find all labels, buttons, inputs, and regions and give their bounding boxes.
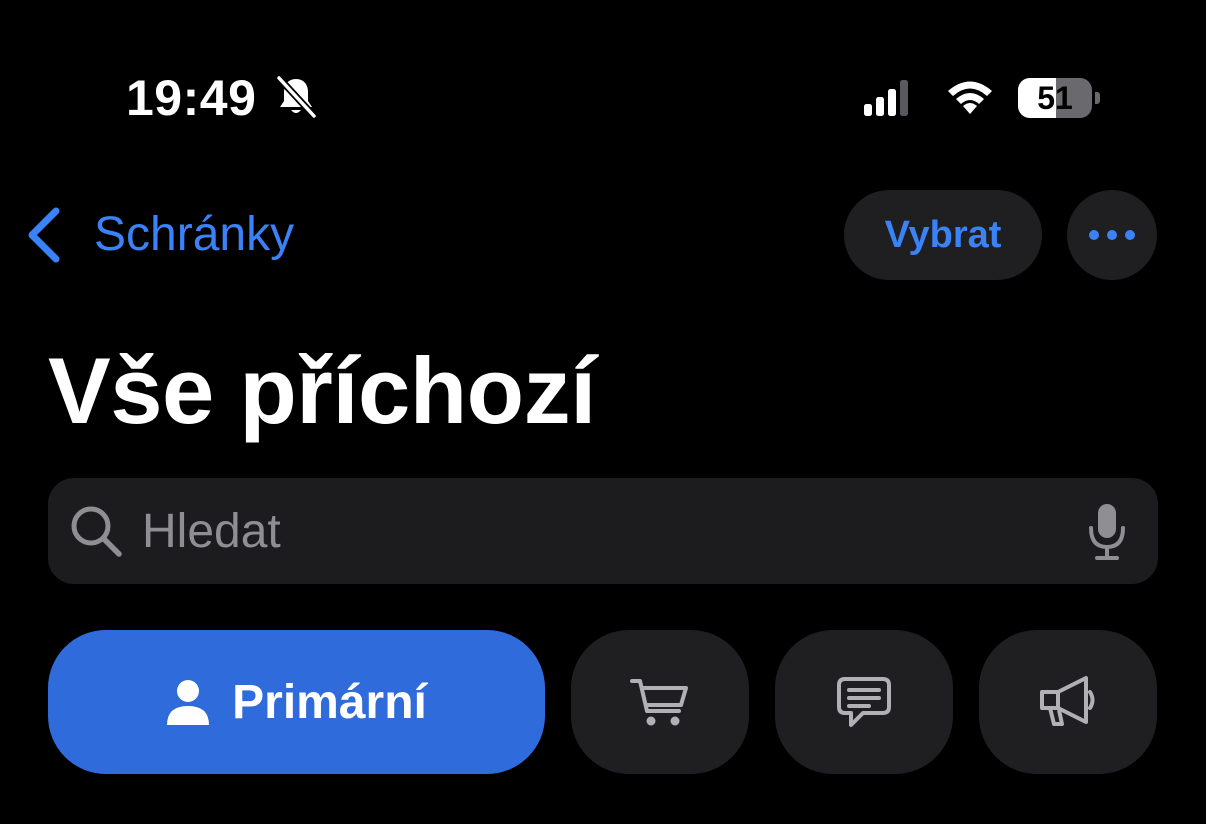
more-button[interactable] [1067,190,1157,280]
search-bar[interactable] [48,478,1158,584]
category-primary-button[interactable]: Primární [48,630,545,774]
cellular-signal-icon [864,80,908,116]
battery-indicator: 51 [1018,78,1100,118]
category-transactions-button[interactable] [571,630,749,774]
back-button-label: Schránky [94,208,295,261]
battery-level: 51 [1037,80,1073,116]
mail-inbox-screen: 19:49 51 Schránky Vybrat Vše příchozí Hl… [0,0,1206,824]
category-promotions-button[interactable] [979,630,1157,774]
bell-slash-icon [275,74,318,120]
person-icon [167,680,210,725]
back-button[interactable]: Schránky [24,202,294,268]
select-button[interactable]: Vybrat [844,190,1042,280]
megaphone-icon [1040,676,1095,726]
category-primary-label: Primární [232,675,427,729]
wifi-icon [948,81,992,114]
status-time: 19:49 [126,70,257,126]
microphone-icon[interactable] [1086,502,1128,562]
search-icon [71,506,122,557]
ellipsis-icon [1089,230,1135,240]
cart-icon [630,679,688,726]
page-title: Vše příchozí [48,338,596,443]
category-updates-button[interactable] [775,630,953,774]
message-icon [837,677,891,727]
chevron-left-icon [28,207,60,263]
search-input[interactable] [142,478,1042,584]
